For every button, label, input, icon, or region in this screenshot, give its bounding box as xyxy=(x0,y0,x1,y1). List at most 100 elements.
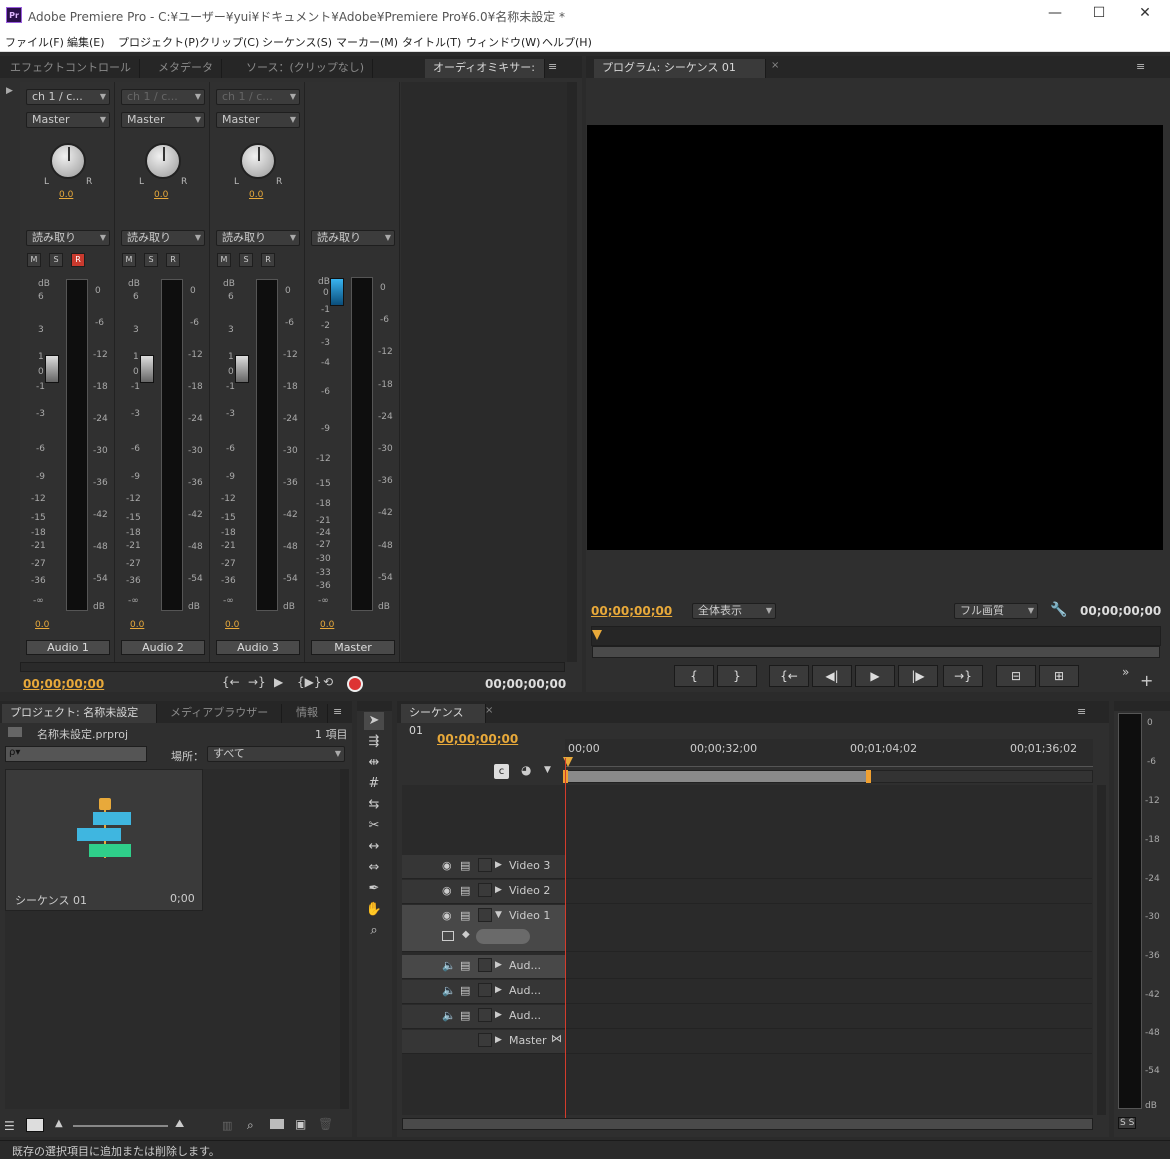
program-timecode-left[interactable]: 00;00;00;00 xyxy=(591,604,672,618)
mixer-vertical-scrollbar[interactable] xyxy=(567,82,577,662)
icon-view-icon[interactable] xyxy=(26,1118,44,1132)
channel-3-route-dropdown[interactable]: ch 1 / c... xyxy=(216,89,300,105)
thumbnail-size-slider[interactable] xyxy=(73,1125,168,1127)
hand-tool-icon[interactable]: ✋ xyxy=(364,901,384,919)
find-icon[interactable]: ⌕ xyxy=(247,1118,254,1133)
list-view-icon[interactable]: ☰ xyxy=(4,1119,15,1133)
channel-2-route-dropdown[interactable]: ch 1 / c... xyxy=(121,89,205,105)
track-visibility-eye-icon[interactable]: ◉ xyxy=(442,859,452,872)
goto-in-button[interactable]: {← xyxy=(769,665,809,687)
master-volume-fader[interactable] xyxy=(330,278,344,306)
track-lock-box[interactable] xyxy=(478,1008,492,1022)
close-button[interactable]: ✕ xyxy=(1130,5,1160,21)
new-item-icon[interactable]: ▣ xyxy=(295,1117,306,1131)
pen-tool-icon[interactable]: ✒ xyxy=(364,880,384,898)
play-stop-button[interactable]: ▶ xyxy=(855,665,895,687)
track-expand-icon[interactable]: ▶ xyxy=(495,985,502,995)
track-sync-icon[interactable]: ▤ xyxy=(460,909,470,922)
channel-1-pan-knob[interactable] xyxy=(50,143,86,179)
channel-3-volume-fader[interactable] xyxy=(235,355,249,383)
track-visibility-eye-icon[interactable]: ◉ xyxy=(442,884,452,897)
speaker-icon[interactable]: 🔈 xyxy=(442,959,456,972)
add-marker-icon[interactable]: ◕ xyxy=(521,763,531,777)
set-marker-icon[interactable]: ▼ xyxy=(544,765,551,775)
sequence-tab-close-icon[interactable]: × xyxy=(485,705,493,716)
more-controls-icon[interactable]: » xyxy=(1122,665,1129,679)
timeline-timecode[interactable]: 00;00;00;00 xyxy=(437,732,518,746)
new-bin-icon[interactable] xyxy=(270,1119,284,1129)
channel-1-record-button[interactable]: R xyxy=(71,253,85,267)
menu-window[interactable]: ウィンドウ(W) xyxy=(466,34,540,50)
channel-3-output-dropdown[interactable]: Master xyxy=(216,112,300,128)
track-select-tool-icon[interactable]: ⇶ xyxy=(364,733,384,751)
track-lock-box[interactable] xyxy=(478,908,492,922)
work-area-bar[interactable] xyxy=(566,771,869,782)
menu-marker[interactable]: マーカー(M) xyxy=(336,34,398,50)
tab-sequence[interactable]: シーケンス 01 xyxy=(401,704,486,737)
channel-2-pan-value[interactable]: 0.0 xyxy=(154,190,168,200)
slip-tool-icon[interactable]: ↔ xyxy=(364,838,384,856)
snap-icon[interactable]: ᴄ xyxy=(494,764,509,779)
channel-3-pan-knob[interactable] xyxy=(240,143,276,179)
keyframe-navigator[interactable] xyxy=(476,929,530,944)
slide-tool-icon[interactable]: ⇔ xyxy=(364,859,384,877)
menu-clip[interactable]: クリップ(C) xyxy=(199,34,259,50)
program-panel-menu-icon[interactable]: ≡ xyxy=(1136,60,1145,73)
speaker-icon[interactable]: 🔈 xyxy=(442,984,456,997)
program-tab-close-icon[interactable]: × xyxy=(771,60,779,71)
mark-in-button[interactable]: { xyxy=(674,665,714,687)
channel-3-automation-dropdown[interactable]: 読み取り xyxy=(216,230,300,246)
track-visibility-eye-icon[interactable]: ◉ xyxy=(442,909,452,922)
rolling-edit-tool-icon[interactable]: # xyxy=(364,775,384,793)
mixer-horizontal-scrollbar[interactable] xyxy=(20,662,565,672)
channel-2-pan-knob[interactable] xyxy=(145,143,181,179)
project-search-input[interactable]: ρ▾ xyxy=(5,746,147,762)
track-expand-icon[interactable]: ▶ xyxy=(495,885,502,895)
channel-1-mute-button[interactable]: M xyxy=(27,253,41,267)
track-expand-icon[interactable]: ▶ xyxy=(495,1035,502,1045)
track-lock-box[interactable] xyxy=(478,883,492,897)
record-icon[interactable] xyxy=(347,676,363,692)
mark-out-button[interactable]: } xyxy=(717,665,757,687)
track-sync-icon[interactable]: ▤ xyxy=(460,1009,470,1022)
tab-metadata[interactable]: メタデータ xyxy=(150,59,222,78)
button-editor-plus-icon[interactable]: + xyxy=(1140,671,1153,690)
zoom-tool-icon[interactable]: ⌕ xyxy=(364,922,384,940)
menu-help[interactable]: ヘルプ(H) xyxy=(542,34,592,50)
tab-effect-controls[interactable]: エフェクトコントロール xyxy=(2,59,140,78)
channel-2-record-button[interactable]: R xyxy=(166,253,180,267)
program-quality-dropdown[interactable]: フル画質 xyxy=(954,603,1038,619)
channel-2-volume-fader[interactable] xyxy=(140,355,154,383)
ripple-edit-tool-icon[interactable]: ⇹ xyxy=(364,754,384,772)
location-dropdown[interactable]: すべて xyxy=(207,746,345,762)
track-sync-icon[interactable]: ▤ xyxy=(460,859,470,872)
channel-2-solo-button[interactable]: S xyxy=(144,253,158,267)
timeline-horizontal-scrollbar[interactable] xyxy=(402,1118,1093,1130)
work-area-end-handle[interactable] xyxy=(866,770,871,783)
channel-2-level-value[interactable]: 0.0 xyxy=(130,620,144,630)
lift-button[interactable]: ⊟ xyxy=(996,665,1036,687)
maximize-button[interactable]: ☐ xyxy=(1084,5,1114,21)
channel-1-volume-fader[interactable] xyxy=(45,355,59,383)
tab-project[interactable]: プロジェクト: 名称未設定 xyxy=(2,704,157,723)
channel-3-pan-value[interactable]: 0.0 xyxy=(249,190,263,200)
goto-out-icon[interactable]: →} xyxy=(248,675,266,689)
solo-buttons[interactable]: S S xyxy=(1118,1117,1137,1129)
channel-1-output-dropdown[interactable]: Master xyxy=(26,112,110,128)
track-expand-icon[interactable]: ▶ xyxy=(495,960,502,970)
display-style-icon[interactable] xyxy=(442,931,454,941)
rate-stretch-tool-icon[interactable]: ⇆ xyxy=(364,796,384,814)
channel-2-mute-button[interactable]: M xyxy=(122,253,136,267)
channel-1-pan-value[interactable]: 0.0 xyxy=(59,190,73,200)
expand-triangle-icon[interactable]: ▶ xyxy=(6,86,13,96)
menu-file[interactable]: ファイル(F) xyxy=(5,34,64,50)
track-lock-box[interactable] xyxy=(478,1033,492,1047)
channel-1-solo-button[interactable]: S xyxy=(49,253,63,267)
menu-sequence[interactable]: シーケンス(S) xyxy=(262,34,332,50)
channel-1-automation-dropdown[interactable]: 読み取り xyxy=(26,230,110,246)
channel-2-automation-dropdown[interactable]: 読み取り xyxy=(121,230,205,246)
loop-icon[interactable]: ⟲ xyxy=(323,675,333,689)
track-sync-icon[interactable]: ▤ xyxy=(460,884,470,897)
extract-button[interactable]: ⊞ xyxy=(1039,665,1079,687)
menu-project[interactable]: プロジェクト(P) xyxy=(118,34,199,50)
